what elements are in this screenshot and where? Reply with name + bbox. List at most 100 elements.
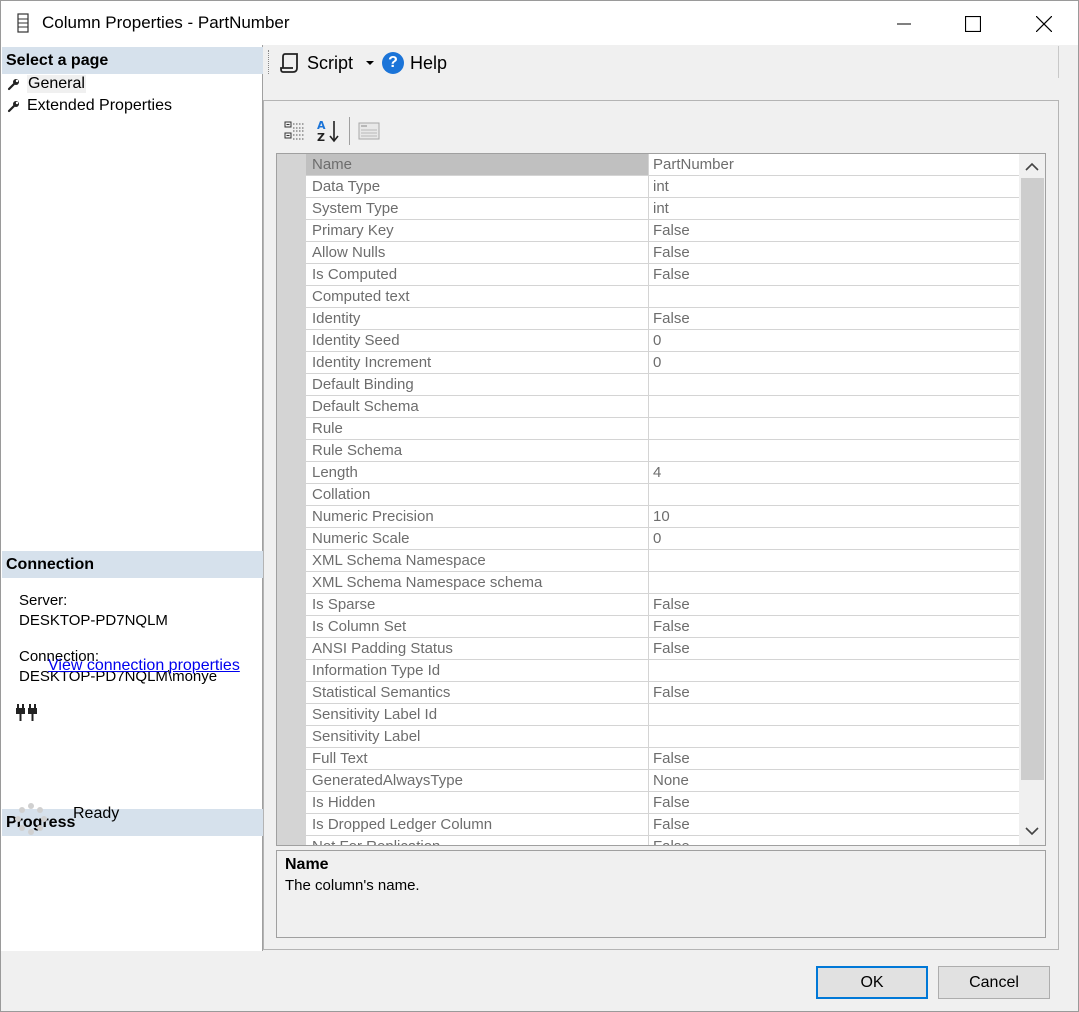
property-name: Allow Nulls — [306, 242, 649, 263]
property-row[interactable]: Is Sparse False — [306, 594, 1019, 616]
property-row[interactable]: Data Type int — [306, 176, 1019, 198]
property-value[interactable] — [649, 572, 1019, 593]
property-row[interactable]: Full Text False — [306, 748, 1019, 770]
page-item-extended-properties[interactable]: Extended Properties — [7, 96, 172, 116]
property-row[interactable]: System Type int — [306, 198, 1019, 220]
property-row[interactable]: Sensitivity Label — [306, 726, 1019, 748]
property-value[interactable] — [649, 550, 1019, 571]
script-dropdown-arrow-icon[interactable] — [365, 59, 375, 67]
description-title: Name — [285, 856, 329, 873]
minimize-button[interactable] — [875, 1, 933, 46]
property-name: Statistical Semantics — [306, 682, 649, 703]
property-grid[interactable]: Name PartNumber Data Type int System Type int… — [276, 153, 1046, 846]
scroll-thumb[interactable] — [1021, 178, 1044, 780]
property-name: Is Computed — [306, 264, 649, 285]
view-connection-properties-link[interactable]: View connection properties — [48, 657, 240, 675]
alphabetical-sort-button[interactable]: A Z — [315, 118, 341, 144]
progress-status: Ready — [73, 805, 120, 822]
property-row[interactable]: Identity False — [306, 308, 1019, 330]
property-value[interactable]: False — [649, 792, 1019, 813]
grid-gutter — [277, 154, 306, 845]
chevron-up-icon — [1025, 162, 1039, 171]
window-title: Column Properties - PartNumber — [42, 13, 290, 32]
page-item-general[interactable]: General — [7, 74, 86, 94]
scroll-up-arrow[interactable] — [1025, 160, 1039, 174]
help-button[interactable]: ? Help — [382, 50, 447, 76]
property-value[interactable]: False — [649, 682, 1019, 703]
property-value[interactable]: int — [649, 198, 1019, 219]
property-row[interactable]: Numeric Precision 10 — [306, 506, 1019, 528]
property-name: Rule Schema — [306, 440, 649, 461]
property-value[interactable]: 0 — [649, 528, 1019, 549]
property-value[interactable]: False — [649, 242, 1019, 263]
property-row[interactable]: Statistical Semantics False — [306, 682, 1019, 704]
property-value[interactable]: 4 — [649, 462, 1019, 483]
close-button[interactable] — [1015, 1, 1073, 46]
property-value[interactable]: int — [649, 176, 1019, 197]
property-row[interactable]: Information Type Id — [306, 660, 1019, 682]
connection-header: Connection — [2, 551, 263, 578]
property-value[interactable]: 0 — [649, 330, 1019, 351]
property-row[interactable]: Identity Seed 0 — [306, 330, 1019, 352]
property-value[interactable]: False — [649, 220, 1019, 241]
svg-text:Z: Z — [317, 131, 325, 144]
property-row[interactable]: XML Schema Namespace schema — [306, 572, 1019, 594]
scroll-down-arrow[interactable] — [1025, 824, 1039, 838]
property-value[interactable]: False — [649, 836, 1019, 845]
property-value[interactable]: 0 — [649, 352, 1019, 373]
property-row[interactable]: Name PartNumber — [306, 154, 1019, 176]
property-value[interactable] — [649, 286, 1019, 307]
maximize-button[interactable] — [944, 1, 1002, 46]
property-value[interactable] — [649, 660, 1019, 681]
property-row[interactable]: Computed text — [306, 286, 1019, 308]
property-row[interactable]: GeneratedAlwaysType None — [306, 770, 1019, 792]
property-row[interactable]: XML Schema Namespace — [306, 550, 1019, 572]
property-value[interactable] — [649, 726, 1019, 747]
property-pages-button[interactable] — [356, 118, 382, 144]
property-value[interactable]: None — [649, 770, 1019, 791]
property-row[interactable]: ANSI Padding Status False — [306, 638, 1019, 660]
property-row[interactable]: Not For ReplicationFalse — [306, 836, 1019, 845]
property-value[interactable] — [649, 374, 1019, 395]
property-row[interactable]: Is Hidden False — [306, 792, 1019, 814]
property-value[interactable]: 10 — [649, 506, 1019, 527]
property-row[interactable]: Primary Key False — [306, 220, 1019, 242]
vertical-scrollbar[interactable] — [1019, 154, 1045, 845]
property-row[interactable]: Rule — [306, 418, 1019, 440]
progress-spinner-icon — [15, 803, 47, 835]
property-row[interactable]: Is Column Set False — [306, 616, 1019, 638]
property-value[interactable]: False — [649, 308, 1019, 329]
property-row[interactable]: Default Binding — [306, 374, 1019, 396]
property-value[interactable]: False — [649, 616, 1019, 637]
property-row[interactable]: Length 4 — [306, 462, 1019, 484]
maximize-icon — [965, 15, 981, 32]
property-value[interactable] — [649, 484, 1019, 505]
ok-button[interactable]: OK — [816, 966, 928, 999]
property-value[interactable] — [649, 440, 1019, 461]
property-value[interactable]: PartNumber — [649, 154, 1019, 175]
property-value[interactable] — [649, 396, 1019, 417]
property-name: Is Column Set — [306, 616, 649, 637]
property-row[interactable]: Is Dropped Ledger Column False — [306, 814, 1019, 836]
property-row[interactable]: Sensitivity Label Id — [306, 704, 1019, 726]
property-value[interactable]: False — [649, 264, 1019, 285]
property-row[interactable]: Collation — [306, 484, 1019, 506]
cancel-button[interactable]: Cancel — [938, 966, 1050, 999]
property-row[interactable]: Numeric Scale 0 — [306, 528, 1019, 550]
property-value[interactable]: False — [649, 814, 1019, 835]
property-row[interactable]: Identity Increment 0 — [306, 352, 1019, 374]
property-row[interactable]: Default Schema — [306, 396, 1019, 418]
property-value[interactable]: False — [649, 594, 1019, 615]
property-row[interactable]: Is Computed False — [306, 264, 1019, 286]
property-value[interactable] — [649, 704, 1019, 725]
help-label: Help — [410, 52, 448, 73]
property-value[interactable]: False — [649, 638, 1019, 659]
property-name: Primary Key — [306, 220, 649, 241]
property-pages-icon — [358, 122, 380, 140]
categorized-button[interactable] — [282, 118, 308, 144]
script-button[interactable]: Script — [280, 50, 353, 76]
property-value[interactable]: False — [649, 748, 1019, 769]
property-row[interactable]: Allow Nulls False — [306, 242, 1019, 264]
property-row[interactable]: Rule Schema — [306, 440, 1019, 462]
property-value[interactable] — [649, 418, 1019, 439]
